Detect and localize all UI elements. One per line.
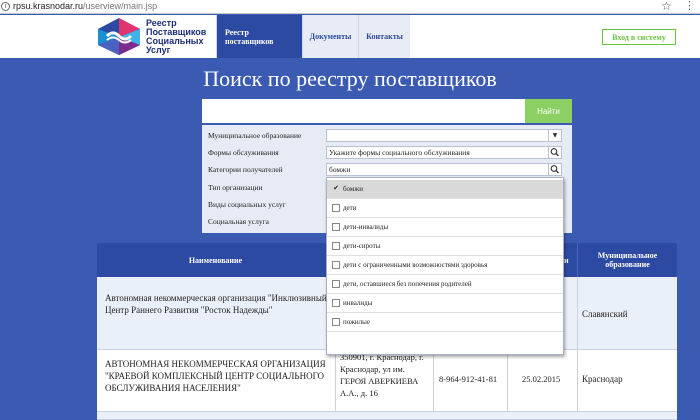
login-button[interactable]: Вход в систему [602,29,676,45]
filter-label-municipality: Муниципальное образование [208,131,302,140]
column-header-name[interactable]: Наименование [97,243,334,277]
nav-provider-registry[interactable]: Реестр поставщиков [216,15,302,58]
cell-municipality: Краснодар [582,374,623,384]
cell-municipality: Славянский [582,309,628,319]
option-label: дети-инвалиды [343,223,389,231]
nav-documents[interactable]: Документы [302,15,358,58]
search-button[interactable]: Найти [525,99,572,123]
cell-address: 350901, г. Краснодар, г. Краснодар, ул и… [340,352,424,398]
filter-label-service-kinds: Виды социальных услуг [208,200,286,209]
info-icon[interactable]: i [1,2,10,11]
categories-dropdown-list: ✔ бомжи дети дети-инвалиды дети-сироты де… [326,177,564,355]
url-host: rpsu.krasnodar.ru [13,1,84,11]
logo-line: Услуг [146,45,171,55]
search-input[interactable] [202,99,525,123]
filter-label-org-type: Тип организации [208,183,263,192]
checkbox[interactable] [332,261,340,269]
cell-date: 25.02.2015 [522,374,561,384]
chevron-down-icon[interactable]: ▼ [548,130,561,141]
checkbox[interactable] [332,280,340,288]
table-row[interactable] [97,412,677,420]
logo-icon[interactable] [96,17,142,56]
checkbox[interactable] [332,318,340,326]
dropdown-option[interactable]: дети-инвалиды [327,218,563,237]
municipality-select[interactable]: ▼ [326,129,562,142]
main-nav: Реестр поставщиков Документы Контакты [216,15,410,58]
site-header: Реестр Поставщиков Социальных Услуг Реес… [0,15,700,58]
dropdown-option[interactable]: ✔ бомжи [327,180,563,199]
option-label: дети-сироты [343,242,381,250]
filter-label-forms: Формы обслуживания [208,148,279,157]
cell-name[interactable]: АВТОНОМНАЯ НЕКОММЕРЧЕСКАЯ ОРГАНИЗАЦИЯ "К… [105,358,337,394]
checkmark-icon[interactable]: ✔ [332,185,340,193]
forms-value: Укажите формы социального обслуживания [329,148,470,157]
dropdown-option[interactable]: инвалиды [327,294,563,313]
search-icon[interactable] [548,164,561,175]
page-title: Поиск по реестру поставщиков [203,66,497,91]
checkbox[interactable] [332,204,340,212]
filter-label-social-service: Социальная услуга [208,217,269,226]
categories-select[interactable]: бомжи [326,163,562,176]
url-field[interactable]: rpsu.krasnodar.ru/userview/main.jsp [13,1,157,11]
browser-address-bar: i rpsu.krasnodar.ru/userview/main.jsp ☆ … [0,0,700,14]
checkbox[interactable] [332,242,340,250]
browser-menu-icon[interactable]: ⋮ [684,0,695,12]
logo-text[interactable]: Реестр Поставщиков Социальных Услуг [146,19,206,55]
option-label: бомжи [343,185,363,193]
forms-select[interactable]: Укажите формы социального обслуживания [326,146,562,159]
option-label: инвалиды [343,299,373,307]
categories-value: бомжи [329,165,351,174]
filter-label-categories: Категории получателей [208,165,283,174]
dropdown-option[interactable]: пожилые [327,313,563,332]
dropdown-option[interactable]: дети-сироты [327,237,563,256]
option-label: дети [343,204,357,212]
cell-name[interactable]: Автономная некоммерческая организация "И… [105,292,333,316]
option-label: дети с ограниченными возможностями здоро… [343,261,488,269]
nav-contacts[interactable]: Контакты [358,15,410,58]
checkbox[interactable] [332,223,340,231]
dropdown-option[interactable]: дети [327,199,563,218]
dropdown-option[interactable]: дети, оставшиеся без попечения родителей [327,275,563,294]
cell-phone: 8-964-912-41-81 [439,374,498,384]
bookmark-star-icon[interactable]: ☆ [661,0,672,13]
search-icon[interactable] [548,147,561,158]
option-label: пожилые [343,318,370,326]
column-header-municipality[interactable]: Муниципальное образование [577,243,677,277]
table-row[interactable]: АВТОНОМНАЯ НЕКОММЕРЧЕСКАЯ ОРГАНИЗАЦИЯ "К… [97,350,677,412]
checkbox[interactable] [332,299,340,307]
url-path: /userview/main.jsp [83,1,158,11]
option-label: дети, оставшиеся без попечения родителей [343,280,472,288]
dropdown-option[interactable]: дети с ограниченными возможностями здоро… [327,256,563,275]
